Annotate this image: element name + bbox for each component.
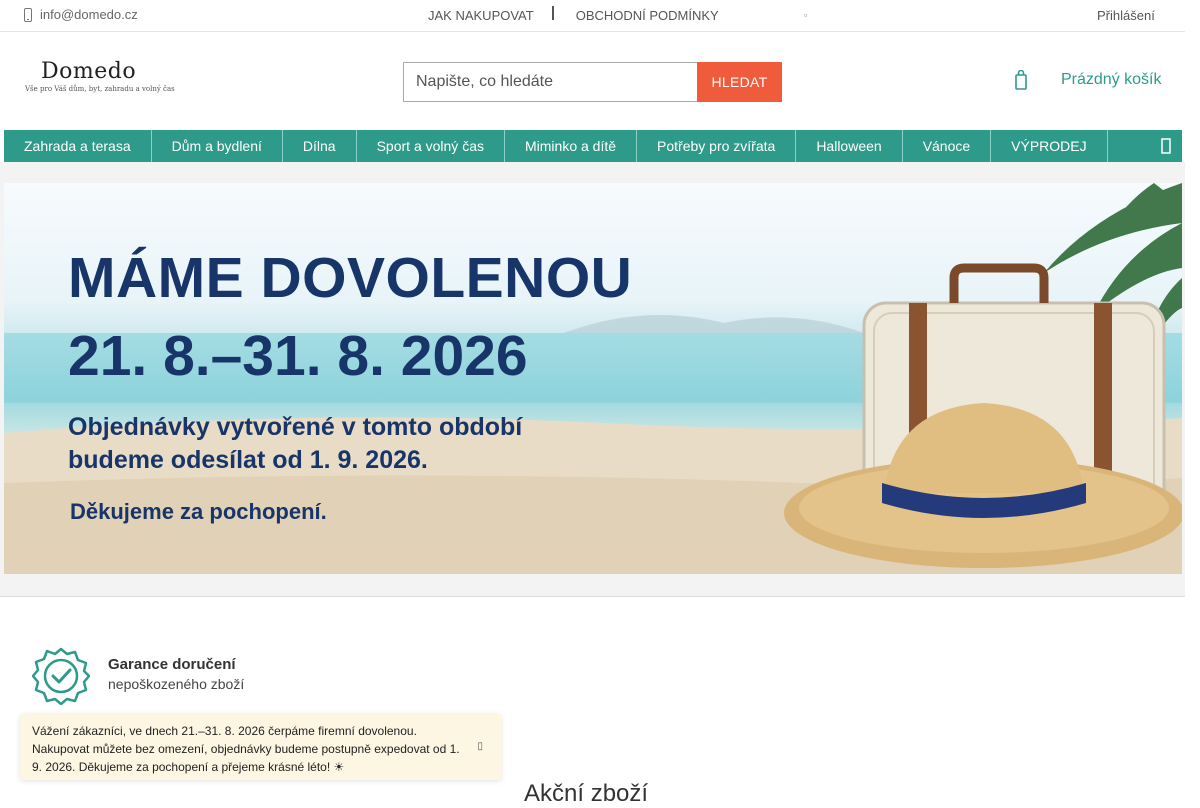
vacation-notice: Vážení zákazníci, ve dnech 21.–31. 8. 20… (20, 714, 501, 780)
nav-item-zahrada[interactable]: Zahrada a terasa (4, 130, 152, 162)
top-bar: info@domedo.cz JAK NAKUPOVAT OBCHODNÍ PO… (0, 0, 1185, 32)
banner-text-line-2: budeme odesílat od 1. 9. 2026. (68, 446, 428, 474)
search-bar: HLEDAT (403, 62, 782, 102)
banner-thanks: Děkujeme za pochopení. (70, 499, 327, 524)
how-to-buy-link[interactable]: JAK NAKUPOVAT (428, 8, 534, 23)
search-button[interactable]: HLEDAT (697, 62, 782, 102)
vacation-banner[interactable]: MÁME DOVOLENOU 21. 8.–31. 8. 2026 Objedn… (4, 183, 1182, 574)
banner-text: Objednávky vytvořené v tomto období bude… (68, 411, 522, 477)
cart[interactable]: Prázdný košík (1015, 70, 1161, 90)
contact-email-text: info@domedo.cz (40, 7, 138, 22)
guarantee-text: Garance doručení nepoškozeného zboží (108, 656, 244, 692)
banner-dates: 21. 8.–31. 8. 2026 (68, 324, 528, 388)
chevron-right-icon (1161, 138, 1171, 154)
divider (551, 5, 554, 20)
nav-item-dum[interactable]: Dům a bydlení (152, 130, 283, 162)
nav-item-sport[interactable]: Sport a volný čas (357, 130, 505, 162)
search-input[interactable] (403, 62, 697, 102)
nav-item-dilna[interactable]: Dílna (283, 130, 357, 162)
cart-label: Prázdný košík (1061, 71, 1162, 88)
close-icon[interactable]: ▯ (477, 738, 483, 756)
badge-check-icon (32, 647, 90, 705)
nav-more-button[interactable] (1150, 130, 1182, 162)
nav-item-vyprodej[interactable]: VÝPRODEJ (991, 130, 1108, 162)
main-navigation: Zahrada a terasa Dům a bydlení Dílna Spo… (4, 130, 1182, 162)
banner-headline: MÁME DOVOLENOU (68, 246, 633, 310)
nav-item-halloween[interactable]: Halloween (796, 130, 903, 162)
logo-brand: Domedo (41, 59, 137, 84)
banner-text-line-1: Objednávky vytvořené v tomto období (68, 413, 523, 441)
terms-link[interactable]: OBCHODNÍ PODMÍNKY (576, 8, 719, 23)
guarantee-title: Garance doručení (108, 656, 236, 673)
nav-item-miminko[interactable]: Miminko a dítě (505, 130, 638, 162)
dropdown-icon[interactable]: ▫ (804, 10, 807, 20)
cart-icon (1015, 70, 1027, 90)
logo[interactable]: Domedo Vše pro Váš dům, byt, zahradu a v… (24, 59, 175, 99)
nav-item-vanoce[interactable]: Vánoce (903, 130, 992, 162)
logo-tagline: Vše pro Váš dům, byt, zahradu a volný ča… (25, 85, 175, 93)
login-link[interactable]: Přihlášení (1097, 8, 1155, 23)
notice-text: Vážení zákazníci, ve dnech 21.–31. 8. 20… (32, 724, 460, 774)
nav-item-zvirata[interactable]: Potřeby pro zvířata (637, 130, 797, 162)
hero-section: MÁME DOVOLENOU 21. 8.–31. 8. 2026 Objedn… (0, 162, 1185, 597)
phone-icon (24, 7, 32, 22)
top-links: JAK NAKUPOVAT OBCHODNÍ PODMÍNKY (428, 5, 719, 23)
contact-email[interactable]: info@domedo.cz (24, 7, 138, 22)
header: Domedo Vše pro Váš dům, byt, zahradu a v… (0, 32, 1185, 130)
section-title: Akční zboží (524, 780, 649, 807)
guarantee-subtitle: nepoškozeného zboží (108, 676, 245, 692)
delivery-guarantee: Garance doručení nepoškozeného zboží (32, 647, 244, 705)
